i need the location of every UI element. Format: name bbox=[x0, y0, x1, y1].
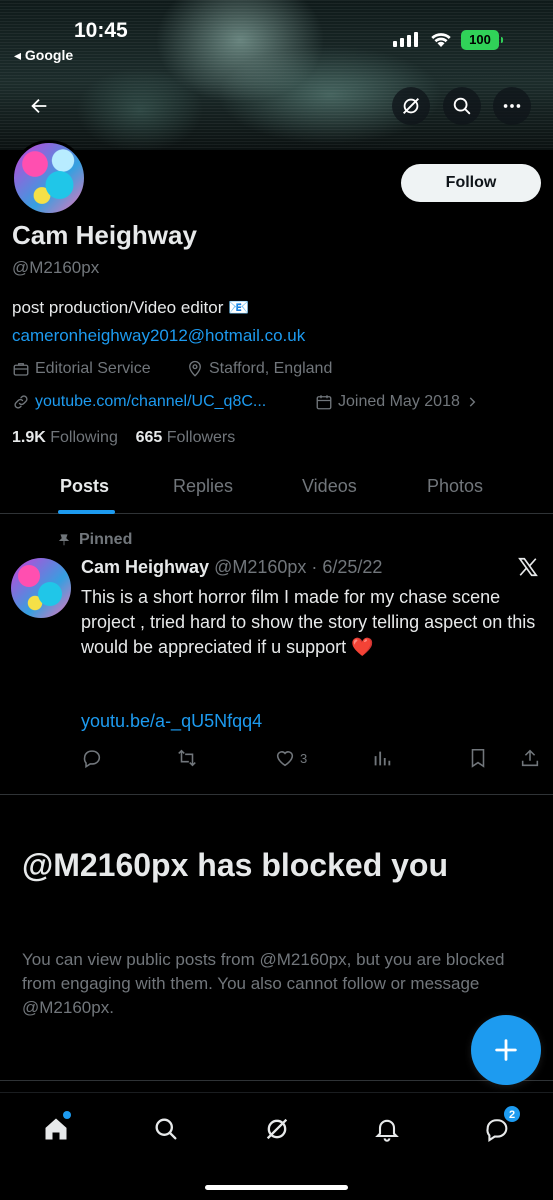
nav-grok[interactable] bbox=[259, 1111, 295, 1147]
divider bbox=[0, 1080, 553, 1081]
post-header: Cam Heighway @M2160px · 6/25/22 bbox=[81, 557, 382, 578]
followers-label: Followers bbox=[166, 429, 236, 446]
profile-email-link[interactable]: cameronheighway2012@hotmail.co.uk bbox=[12, 326, 305, 346]
calendar-icon bbox=[316, 395, 332, 410]
profile-location-label: Stafford, England bbox=[209, 360, 333, 377]
location-pin-icon bbox=[189, 360, 201, 377]
pin-icon bbox=[58, 534, 70, 546]
profile-name: Cam Heighway bbox=[12, 220, 197, 250]
nav-notifications[interactable] bbox=[369, 1111, 405, 1147]
briefcase-icon bbox=[13, 363, 29, 376]
tab-videos[interactable]: Videos bbox=[302, 476, 357, 497]
bottom-navigation: 2 bbox=[0, 1092, 553, 1200]
follow-counts: 1.9K Following 665 Followers bbox=[12, 429, 235, 447]
profile-joined-label: Joined May 2018 bbox=[338, 393, 460, 410]
post-author-avatar[interactable] bbox=[11, 558, 71, 618]
active-tab-indicator bbox=[58, 510, 115, 514]
post-link[interactable]: youtu.be/a-_qU5Nfqq4 bbox=[81, 711, 262, 732]
nav-home[interactable] bbox=[38, 1111, 74, 1147]
more-horizontal-icon bbox=[503, 104, 521, 108]
post-actions: 3 bbox=[81, 747, 543, 771]
bookmark-icon bbox=[471, 748, 485, 768]
following-label: Following bbox=[50, 429, 118, 446]
repost-icon bbox=[178, 749, 196, 767]
following-count: 1.9K bbox=[12, 429, 46, 446]
plus-icon bbox=[495, 1039, 517, 1061]
following-link[interactable]: 1.9K Following bbox=[12, 429, 118, 446]
profile-location: Stafford, England bbox=[186, 360, 332, 378]
more-options-button[interactable] bbox=[493, 87, 531, 125]
share-button[interactable] bbox=[519, 747, 541, 769]
messages-badge: 2 bbox=[503, 1105, 521, 1123]
battery-indicator: 100 bbox=[461, 30, 503, 50]
search-icon bbox=[155, 1118, 177, 1140]
profile-tabs: Posts Replies Videos Photos bbox=[0, 466, 553, 514]
profile-website-link[interactable]: youtube.com/channel/UC_q8C... bbox=[12, 393, 266, 411]
home-icon bbox=[45, 1118, 67, 1140]
profile-bio: post production/Video editor 📧 bbox=[12, 298, 250, 317]
bell-icon bbox=[375, 1119, 399, 1142]
link-icon bbox=[14, 395, 28, 409]
grok-icon bbox=[403, 98, 419, 114]
nav-messages[interactable]: 2 bbox=[479, 1105, 521, 1147]
blocked-title: @M2160px has blocked you bbox=[22, 847, 449, 883]
chevron-right-icon bbox=[469, 397, 476, 407]
grok-button[interactable] bbox=[392, 87, 430, 125]
back-button[interactable] bbox=[20, 87, 58, 125]
post-handle-date: @M2160px · 6/25/22 bbox=[214, 557, 383, 577]
like-button[interactable]: 3 bbox=[274, 747, 307, 769]
views-button[interactable] bbox=[371, 747, 393, 769]
status-bar: 10:45 ◂ Google 100 bbox=[0, 0, 553, 80]
follow-button[interactable]: Follow bbox=[401, 164, 541, 202]
status-time: 10:45 bbox=[74, 19, 128, 42]
compose-post-button[interactable] bbox=[471, 1015, 541, 1085]
reply-button[interactable] bbox=[81, 747, 103, 769]
nav-search[interactable] bbox=[148, 1111, 184, 1147]
share-icon bbox=[521, 749, 539, 767]
post-text: This is a short horror film I made for m… bbox=[81, 587, 536, 657]
profile-handle: @M2160px bbox=[12, 258, 100, 277]
grok-icon bbox=[266, 1118, 288, 1140]
profile-avatar[interactable] bbox=[11, 140, 87, 216]
search-button[interactable] bbox=[443, 87, 481, 125]
arrow-left-icon bbox=[31, 98, 47, 114]
home-notification-dot bbox=[63, 1111, 71, 1119]
profile-category: Editorial Service bbox=[12, 360, 151, 378]
home-indicator[interactable] bbox=[205, 1185, 348, 1190]
pinned-indicator: Pinned bbox=[57, 531, 132, 549]
wifi-icon bbox=[428, 29, 454, 54]
tab-replies[interactable]: Replies bbox=[173, 476, 233, 497]
post-author-name[interactable]: Cam Heighway bbox=[81, 557, 209, 577]
repost-button[interactable] bbox=[176, 747, 198, 769]
views-chart-icon bbox=[374, 751, 391, 766]
tab-posts[interactable]: Posts bbox=[60, 476, 109, 497]
blocked-description: You can view public posts from @M2160px,… bbox=[22, 950, 505, 1017]
x-logo-icon bbox=[517, 556, 539, 583]
back-to-app-link[interactable]: ◂ Google bbox=[14, 47, 73, 64]
profile-category-label: Editorial Service bbox=[35, 360, 151, 377]
profile-website-label[interactable]: youtube.com/channel/UC_q8C... bbox=[35, 393, 266, 411]
search-icon bbox=[453, 97, 471, 115]
bookmark-button[interactable] bbox=[467, 747, 489, 769]
pinned-label: Pinned bbox=[79, 531, 133, 548]
like-count: 3 bbox=[300, 750, 308, 766]
followers-link[interactable]: 665 Followers bbox=[136, 429, 236, 446]
reply-icon bbox=[83, 750, 101, 769]
profile-joined[interactable]: Joined May 2018 bbox=[315, 393, 479, 411]
tab-photos[interactable]: Photos bbox=[427, 476, 483, 497]
cellular-signal-icon bbox=[393, 31, 418, 47]
heart-icon bbox=[276, 751, 294, 767]
followers-count: 665 bbox=[135, 429, 163, 446]
pinned-post[interactable]: Pinned Cam Heighway @M2160px · 6/25/22 T… bbox=[0, 515, 553, 795]
